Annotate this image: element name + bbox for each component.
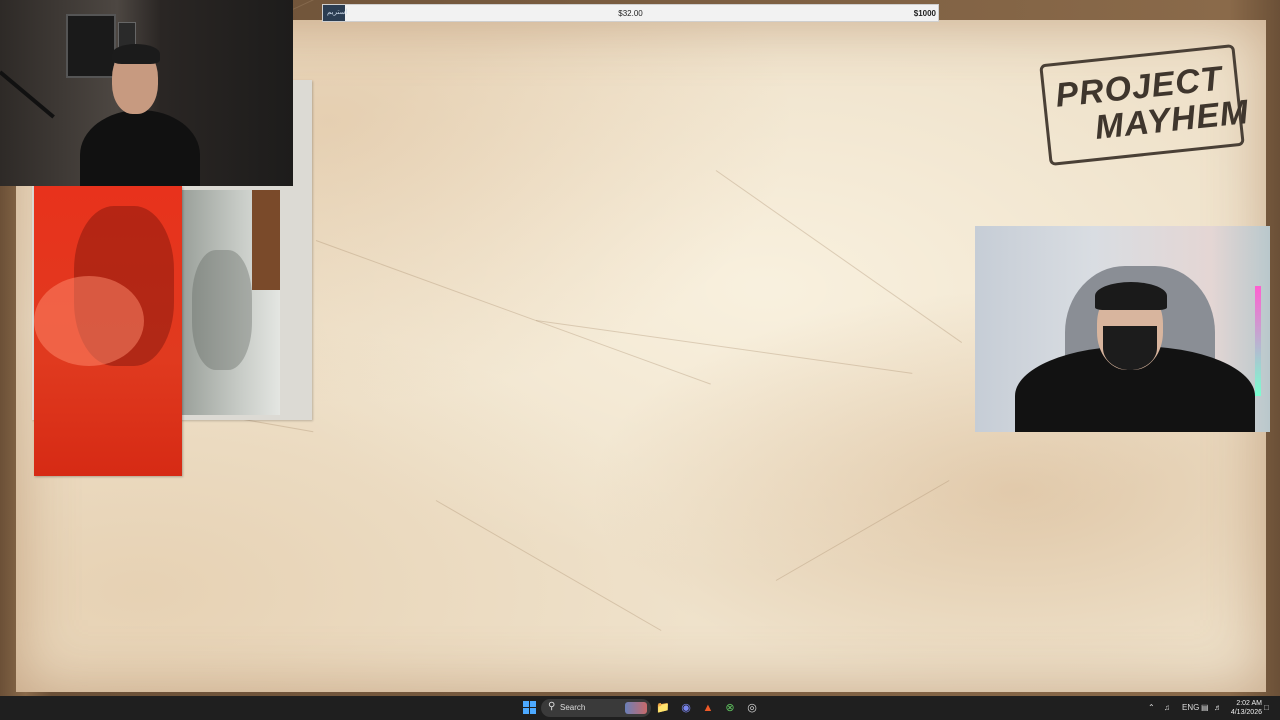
webcam-feed-right: [975, 226, 1270, 432]
discord-icon[interactable]: ◉: [678, 700, 694, 716]
brave-browser-icon[interactable]: ▲: [700, 700, 716, 716]
notification-icon[interactable]: □: [1264, 696, 1269, 720]
obs-icon[interactable]: ◎: [744, 700, 760, 716]
language-indicator[interactable]: ENG: [1182, 696, 1199, 720]
search-highlight-art: [625, 702, 647, 714]
clock-time: 2:02 AM: [1236, 700, 1262, 707]
chevron-up-icon[interactable]: ⌃: [1148, 696, 1155, 720]
project-mayhem-logo: PROJECT MAYHEM: [1039, 44, 1251, 166]
webcam-feed-left: [0, 0, 293, 186]
search-icon: ⚲: [548, 701, 556, 712]
microphone-icon[interactable]: ♫: [1164, 696, 1170, 720]
xbox-icon[interactable]: ⊗: [722, 700, 738, 716]
windows-start-icon[interactable]: [523, 701, 536, 714]
poster-grey-face: [182, 190, 280, 415]
goal-target-amount: $1000: [913, 9, 936, 18]
network-icon[interactable]: ▤: [1201, 696, 1209, 720]
windows-taskbar: ⚲ Search 📁 ◉ ▲ ⊗ ◎ ⌃ ♫ ENG ▤ ♬ 2:02 AM 4…: [0, 696, 1280, 720]
poster-red-face: [34, 186, 182, 476]
donation-goal-bar: استریم $32.00 $1000: [322, 4, 939, 22]
file-explorer-icon[interactable]: 📁: [655, 700, 671, 716]
goal-current-amount: $32.00: [618, 9, 643, 18]
system-clock[interactable]: 2:02 AM 4/13/2026: [1228, 699, 1262, 717]
taskbar-search-label: Search: [560, 703, 586, 712]
taskbar-search-box[interactable]: ⚲ Search: [541, 699, 651, 717]
clock-date: 4/13/2026: [1230, 709, 1262, 716]
volume-icon[interactable]: ♬: [1214, 696, 1222, 720]
